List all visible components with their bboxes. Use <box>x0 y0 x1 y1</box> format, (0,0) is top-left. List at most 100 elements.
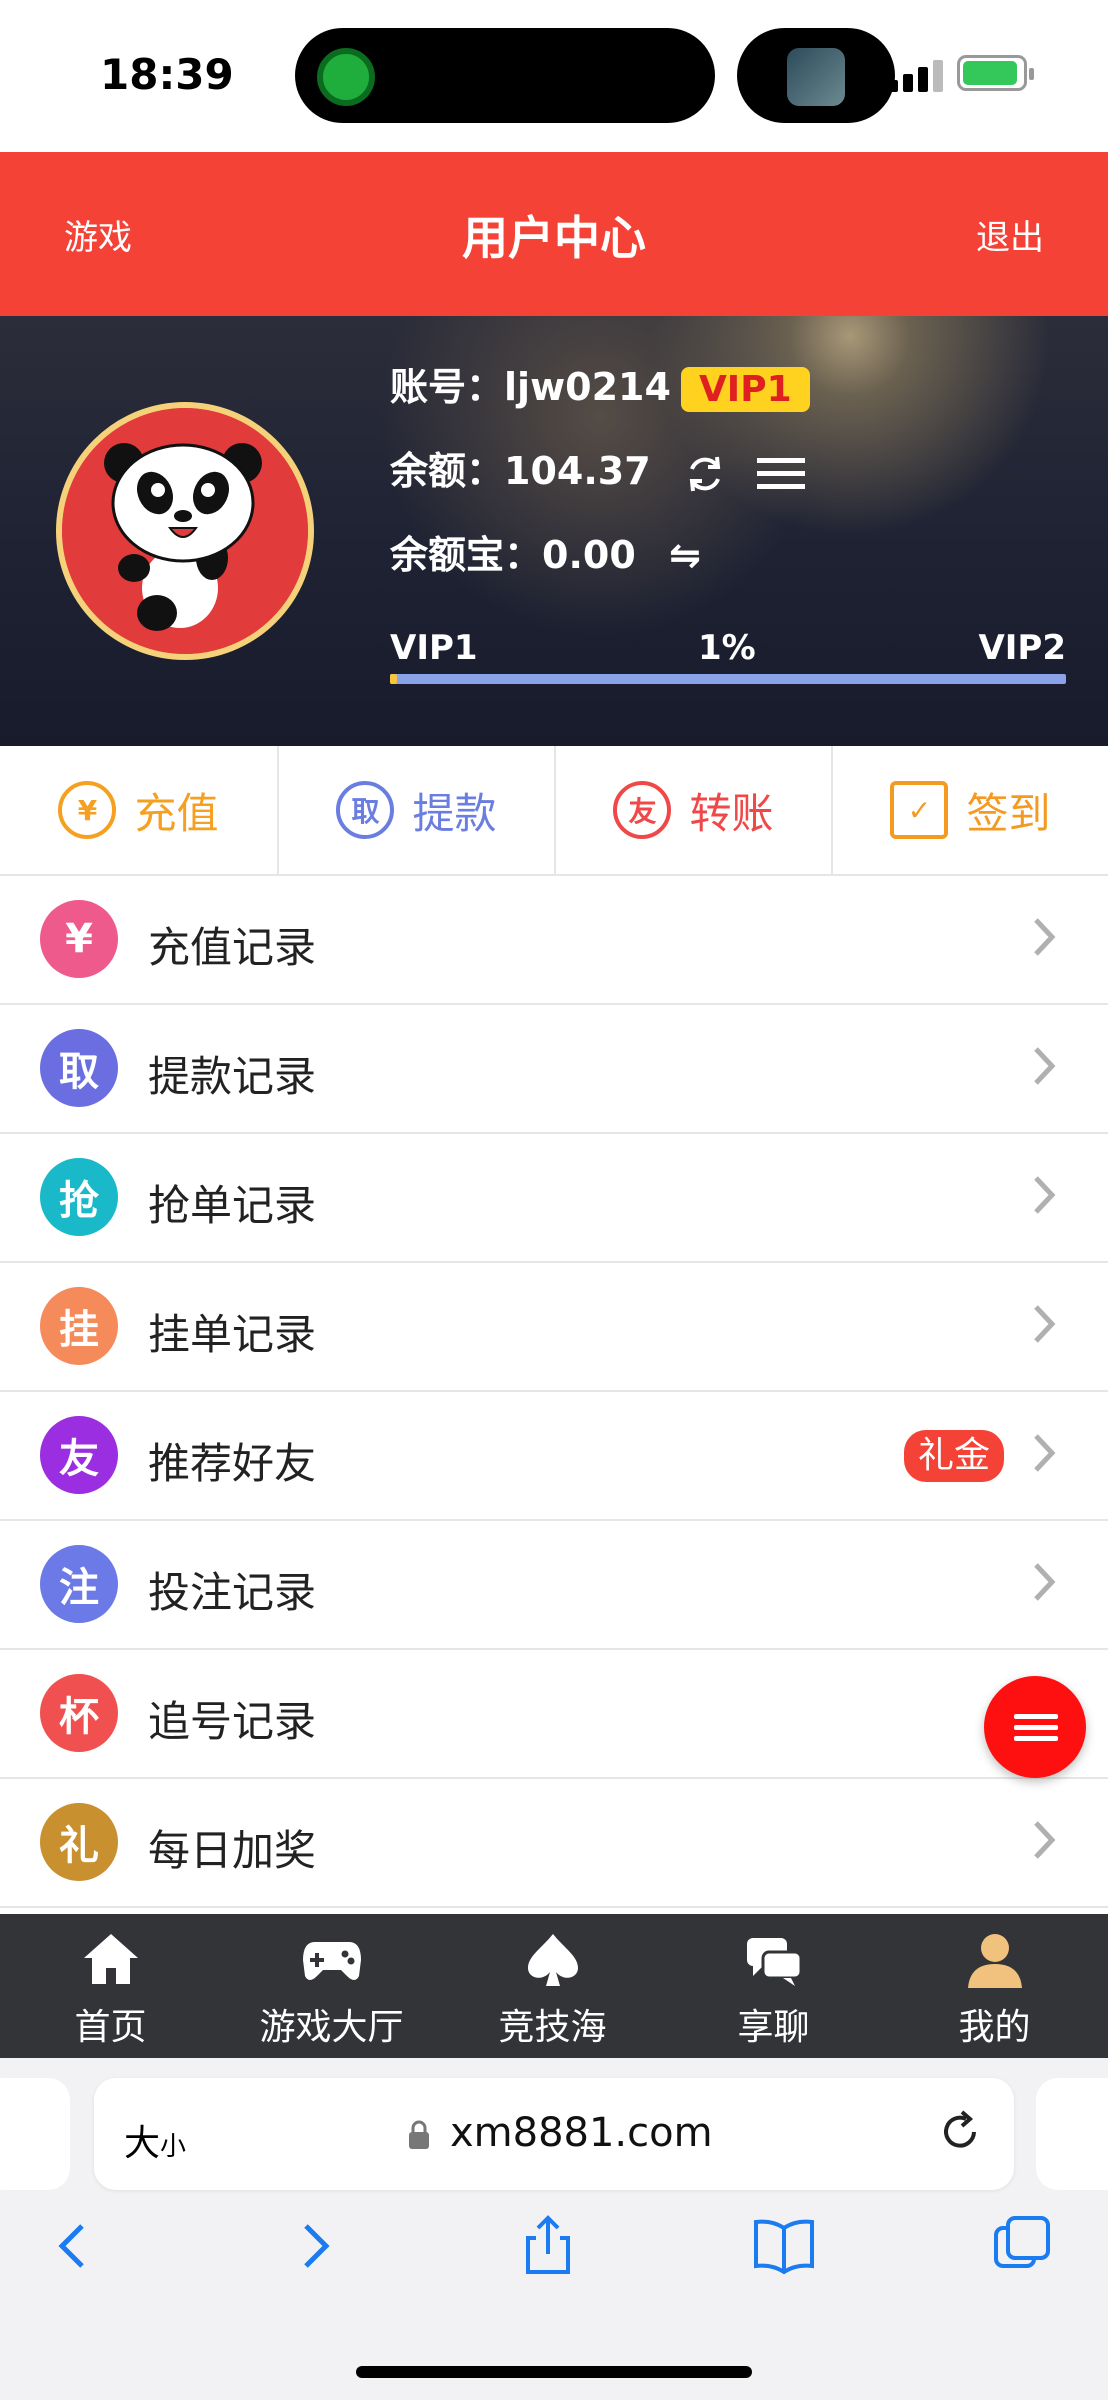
transfer-button[interactable]: 友 转账 <box>554 746 831 874</box>
media-thumbnail-icon <box>787 48 845 106</box>
account-value: ljw0214 <box>504 365 671 409</box>
vip-progress-fill <box>390 674 397 684</box>
account-label: 账号： <box>390 365 505 409</box>
text-size-button[interactable]: 大小 <box>124 2114 186 2166</box>
address-bar[interactable]: 大小 xm8881.com <box>94 2078 1014 2190</box>
recharge-label: 充值 <box>134 788 219 838</box>
reload-icon[interactable] <box>936 2108 984 2156</box>
refresh-icon[interactable] <box>684 453 726 495</box>
yuebao-value: 0.00 <box>542 533 636 577</box>
yuebao-row: 余额宝：0.00 ⇋ <box>390 524 701 579</box>
action-bar: ¥ 充值 取 提款 友 转账 ✓ 签到 <box>0 746 1108 876</box>
next-tab-card[interactable] <box>1036 2078 1108 2190</box>
chevron-right-icon <box>1034 918 1056 956</box>
bottom-nav: 首页 游戏大厅 竞技海 享聊 我的 <box>0 1914 1108 2058</box>
gift-icon: 礼 <box>40 1803 118 1881</box>
vip-progress-percent: 1% <box>698 628 756 668</box>
recharge-record-icon: ¥ <box>40 900 118 978</box>
chevron-right-icon <box>1034 1434 1056 1472</box>
menu-item-label: 追号记录 <box>148 1697 317 1746</box>
vip-next-label: VIP2 <box>978 628 1066 668</box>
checkin-button[interactable]: ✓ 签到 <box>831 746 1108 874</box>
spade-icon <box>528 1934 578 1986</box>
transfer-label: 转账 <box>689 788 774 838</box>
menu-item-label: 推荐好友 <box>148 1439 317 1488</box>
logout-link[interactable]: 退出 <box>976 210 1044 259</box>
activity-icon <box>317 48 375 106</box>
dynamic-island-media <box>737 28 895 123</box>
top-header: 游戏 用户中心 退出 <box>0 152 1108 316</box>
transfer-icon[interactable]: ⇋ <box>669 533 701 577</box>
battery-icon <box>957 55 1034 91</box>
page-title: 用户中心 <box>462 211 646 265</box>
menu-item-recharge-records[interactable]: ¥ 充值记录 <box>0 876 1108 1005</box>
withdraw-icon: 取 <box>336 781 395 839</box>
chevron-right-icon <box>1034 1305 1056 1343</box>
floating-menu-button[interactable] <box>984 1676 1086 1778</box>
text-size-small: 小 <box>160 2132 187 2162</box>
chat-icon <box>747 1938 803 1986</box>
calendar-check-icon: ✓ <box>890 781 949 839</box>
menu-item-withdraw-records[interactable]: 取 提款记录 <box>0 1005 1108 1134</box>
status-time: 18:39 <box>100 50 234 99</box>
grab-order-icon: 抢 <box>40 1158 118 1236</box>
profile-card: 账号：ljw0214 VIP1 余额：104.37 余额宝：0.00 ⇋ VIP1… <box>0 316 1108 746</box>
chevron-right-icon <box>1034 1176 1056 1214</box>
text-size-big: 大 <box>124 2123 161 2164</box>
tab-game-hall[interactable]: 游戏大厅 <box>221 1914 442 2058</box>
withdraw-record-icon: 取 <box>40 1029 118 1107</box>
status-bar: 18:39 <box>0 0 1108 152</box>
menu-icon[interactable] <box>757 455 806 493</box>
recharge-button[interactable]: ¥ 充值 <box>0 746 277 874</box>
tab-label: 享聊 <box>737 2007 810 2048</box>
balance-value: 104.37 <box>504 449 651 493</box>
menu-item-label: 提款记录 <box>148 1052 317 1101</box>
tab-mine[interactable]: 我的 <box>884 1914 1105 2058</box>
menu-item-pending-records[interactable]: 挂 挂单记录 <box>0 1263 1108 1392</box>
url-text: xm8881.com <box>450 2110 713 2156</box>
trophy-icon: 杯 <box>40 1674 118 1752</box>
yuan-icon: ¥ <box>58 781 117 839</box>
menu-item-refer-friends[interactable]: 友 推荐好友 礼金 <box>0 1392 1108 1521</box>
tab-label: 游戏大厅 <box>259 2007 404 2048</box>
withdraw-button[interactable]: 取 提款 <box>277 746 554 874</box>
lock-icon <box>409 2120 429 2149</box>
menu-item-bet-records[interactable]: 注 投注记录 <box>0 1521 1108 1650</box>
tab-label: 我的 <box>958 2007 1031 2048</box>
tabs-icon[interactable] <box>990 2214 1054 2278</box>
menu-list: ¥ 充值记录 取 提款记录 抢 抢单记录 挂 挂单记录 友 推荐好友 礼金 注 … <box>0 876 1108 1908</box>
back-icon[interactable] <box>42 2214 106 2278</box>
user-icon <box>968 1934 1022 1988</box>
menu-item-chase-records[interactable]: 杯 追号记录 <box>0 1650 1108 1779</box>
pending-order-icon: 挂 <box>40 1287 118 1365</box>
menu-item-label: 充值记录 <box>148 923 317 972</box>
tab-label: 首页 <box>74 2007 147 2048</box>
chevron-right-icon <box>1034 1821 1056 1859</box>
bonus-badge: 礼金 <box>903 1430 1004 1482</box>
gamepad-icon <box>303 1942 361 1980</box>
share-icon[interactable] <box>516 2214 580 2278</box>
previous-tab-card[interactable] <box>0 2078 70 2190</box>
chevron-right-icon <box>1034 1563 1056 1601</box>
yuebao-label: 余额宝： <box>390 533 543 577</box>
vip-progress-bar <box>390 674 1066 684</box>
menu-item-label: 投注记录 <box>148 1568 317 1617</box>
menu-item-daily-bonus[interactable]: 礼 每日加奖 <box>0 1779 1108 1908</box>
tab-home[interactable]: 首页 <box>0 1914 221 2058</box>
chevron-right-icon <box>1034 1047 1056 1085</box>
forward-icon[interactable] <box>282 2214 346 2278</box>
account-row: 账号：ljw0214 VIP1 <box>390 356 810 412</box>
menu-item-grab-records[interactable]: 抢 抢单记录 <box>0 1134 1108 1263</box>
balance-label: 余额： <box>390 449 505 493</box>
friend-icon: 友 <box>613 781 672 839</box>
vip-current-label: VIP1 <box>390 628 478 668</box>
checkin-label: 签到 <box>966 788 1051 838</box>
users-icon: 友 <box>40 1416 118 1494</box>
bookmarks-icon[interactable] <box>752 2214 816 2278</box>
tab-chat[interactable]: 享聊 <box>663 1914 884 2058</box>
avatar[interactable] <box>56 402 314 660</box>
menu-item-label: 挂单记录 <box>148 1310 317 1359</box>
dynamic-island <box>295 28 715 123</box>
vip-badge: VIP1 <box>680 367 810 412</box>
tab-arena[interactable]: 竞技海 <box>442 1914 663 2058</box>
